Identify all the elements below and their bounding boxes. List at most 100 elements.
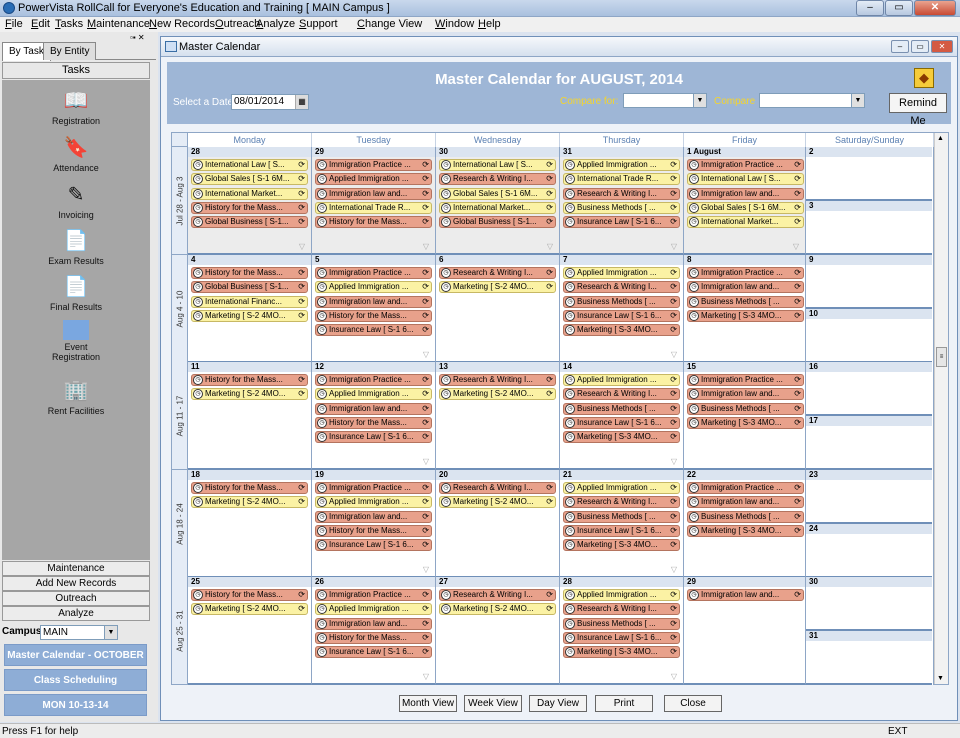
weekend-cell[interactable]: 23 [806,147,934,255]
calendar-event[interactable]: ◷ Marketing [ S-2 4MO... ⟳ [439,496,556,509]
calendar-event[interactable]: ◷ Immigration Practice ... ⟳ [687,159,804,171]
task-attendance[interactable]: 🔖 Attendance [2,135,150,173]
calendar-event[interactable]: ◷ Immigration Practice ... ⟳ [315,589,432,601]
remind-me-button[interactable]: Remind Me [889,93,947,127]
section-analyze[interactable]: Analyze [2,606,150,621]
calendar-event[interactable]: ◷ Immigration Practice ... ⟳ [315,267,432,279]
calendar-event[interactable]: ◷ Applied Immigration ... ⟳ [563,374,680,386]
chevron-down-icon[interactable]: ▼ [851,94,864,107]
calendar-event[interactable]: ◷ Marketing [ S-3 4MO... ⟳ [563,431,680,444]
calendar-event[interactable]: ◷ Insurance Law [ S-1 6... ⟳ [563,416,680,429]
day-cell[interactable]: 26 ◷ Immigration Practice ... ⟳ ◷ Applied Imm… [312,577,436,685]
day-cell[interactable]: 28 ◷ International Law [ S... ⟳ ◷ Global Sale… [188,147,312,255]
calendar-event[interactable]: ◷ International Market... ⟳ [439,201,556,214]
calendar-event[interactable]: ◷ Research & Writing I... ⟳ [439,173,556,186]
calendar-event[interactable]: ◷ Business Methods [ ... ⟳ [563,402,680,415]
day-cell[interactable]: 4 ◷ History for the Mass... ⟳ ◷ Global Busine… [188,255,312,363]
child-maximize-button[interactable]: ▭ [911,40,929,53]
compare-select[interactable]: ▼ [759,93,865,108]
week-label[interactable]: Aug 25 - 31 [172,577,188,685]
calendar-event[interactable]: ◷ International Trade R... ⟳ [563,173,680,186]
more-events-icon[interactable]: ▽ [547,242,553,251]
calendar-event[interactable]: ◷ History for the Mass... ⟳ [191,267,308,279]
calendar-event[interactable]: ◷ Applied Immigration ... ⟳ [563,159,680,171]
calendar-event[interactable]: ◷ History for the Mass... ⟳ [191,374,308,386]
calendar-event[interactable]: ◷ Business Methods [ ... ⟳ [687,402,804,415]
saturday-cell[interactable]: 16 [806,362,932,416]
calendar-event[interactable]: ◷ Marketing [ S-2 4MO... ⟳ [191,309,308,322]
child-minimize-button[interactable]: ‒ [891,40,909,53]
calendar-event[interactable]: ◷ Research & Writing I... ⟳ [439,267,556,279]
calendar-event[interactable]: ◷ Marketing [ S-3 4MO... ⟳ [563,324,680,337]
calendar-event[interactable]: ◷ Applied Immigration ... ⟳ [315,281,432,294]
more-events-icon[interactable]: ▽ [423,242,429,251]
calendar-event[interactable]: ◷ Immigration Practice ... ⟳ [315,159,432,171]
sunday-cell[interactable]: 31 [806,631,932,685]
menu-file[interactable]: File [5,18,23,30]
menu-support[interactable]: Support [299,18,338,30]
calendar-event[interactable]: ◷ Immigration law and... ⟳ [315,187,432,200]
calendar-event[interactable]: ◷ International Financ... ⟳ [191,295,308,308]
sunday-cell[interactable]: 24 [806,524,932,578]
calendar-picker-icon[interactable]: ▦ [295,95,308,109]
day-cell[interactable]: 14 ◷ Applied Immigration ... ⟳ ◷ Research & W… [560,362,684,470]
more-events-icon[interactable]: ▽ [671,457,677,466]
day-cell[interactable]: 21 ◷ Applied Immigration ... ⟳ ◷ Research & W… [560,470,684,578]
saturday-cell[interactable]: 23 [806,470,932,524]
week-label[interactable]: Aug 18 - 24 [172,470,188,578]
day-cell[interactable]: 22 ◷ Immigration Practice ... ⟳ ◷ Immigration… [684,470,806,578]
more-events-icon[interactable]: ▽ [671,565,677,574]
calendar-event[interactable]: ◷ International Market... ⟳ [191,187,308,200]
task-registration[interactable]: 📖 Registration [2,88,150,126]
maximize-button[interactable]: ▭ [885,0,913,16]
scroll-thumb[interactable]: ≡ [936,347,947,367]
menu-change-view[interactable]: Change View [357,18,422,30]
calendar-event[interactable]: ◷ History for the Mass... ⟳ [191,482,308,494]
calendar-event[interactable]: ◷ Immigration law and... ⟳ [315,402,432,415]
more-events-icon[interactable]: ▽ [423,457,429,466]
sunday-cell[interactable]: 10 [806,309,932,363]
more-events-icon[interactable]: ▽ [671,672,677,681]
calendar-event[interactable]: ◷ Global Sales [ S-1 6M... ⟳ [687,201,804,214]
day-cell[interactable]: 13 ◷ Research & Writing I... ⟳ ◷ Marketing [ … [436,362,560,470]
day-cell[interactable]: 15 ◷ Immigration Practice ... ⟳ ◷ Immigration… [684,362,806,470]
menu-outreach[interactable]: Outreach [215,18,260,30]
calendar-scrollbar[interactable]: ▲ ≡ ▼ [934,133,948,684]
calendar-event[interactable]: ◷ Business Methods [ ... ⟳ [563,295,680,308]
calendar-event[interactable]: ◷ Applied Immigration ... ⟳ [563,482,680,494]
calendar-event[interactable]: ◷ Marketing [ S-3 4MO... ⟳ [687,416,804,429]
calendar-event[interactable]: ◷ History for the Mass... ⟳ [191,201,308,214]
day-view-button[interactable]: Day View [529,695,587,712]
sunday-cell[interactable]: 3 [806,201,932,255]
tasks-header[interactable]: Tasks [2,62,150,79]
more-events-icon[interactable]: ▽ [299,242,305,251]
menu-maintenance[interactable]: Maintenance [87,18,150,30]
chevron-down-icon[interactable]: ▼ [693,94,706,107]
close-button[interactable]: Close [664,695,722,712]
print-button[interactable]: Print [595,695,653,712]
calendar-event[interactable]: ◷ International Market... ⟳ [687,216,804,229]
calendar-event[interactable]: ◷ Business Methods [ ... ⟳ [563,510,680,523]
menu-help[interactable]: Help [478,18,501,30]
task-final-results[interactable]: 📄 Final Results [2,274,150,312]
calendar-event[interactable]: ◷ Applied Immigration ... ⟳ [315,603,432,616]
section-add-new-records[interactable]: Add New Records [2,576,150,591]
day-cell[interactable]: 28 ◷ Applied Immigration ... ⟳ ◷ Research & W… [560,577,684,685]
calendar-event[interactable]: ◷ Immigration law and... ⟳ [687,589,804,601]
calendar-event[interactable]: ◷ Applied Immigration ... ⟳ [315,388,432,401]
calendar-event[interactable]: ◷ Insurance Law [ S-1 6... ⟳ [563,309,680,322]
calendar-event[interactable]: ◷ History for the Mass... ⟳ [315,631,432,644]
weekend-cell[interactable]: 30 31 [806,577,934,685]
more-events-icon[interactable]: ▽ [423,672,429,681]
calendar-event[interactable]: ◷ Global Business [ S-1... ⟳ [191,216,308,229]
calendar-event[interactable]: ◷ Research & Writing I... ⟳ [439,482,556,494]
day-cell[interactable]: 30 ◷ International Law [ S... ⟳ ◷ Research & … [436,147,560,255]
calendar-event[interactable]: ◷ History for the Mass... ⟳ [315,216,432,229]
more-events-icon[interactable]: ▽ [671,242,677,251]
day-cell[interactable]: 29 ◷ Immigration law and... ⟳ [684,577,806,685]
select-date-input[interactable]: 08/01/2014 ▦ [231,94,309,110]
calendar-event[interactable]: ◷ Immigration Practice ... ⟳ [687,374,804,386]
calendar-event[interactable]: ◷ Global Business [ S-1... ⟳ [191,281,308,294]
week-label[interactable]: Aug 11 - 17 [172,362,188,470]
calendar-event[interactable]: ◷ Business Methods [ ... ⟳ [687,510,804,523]
